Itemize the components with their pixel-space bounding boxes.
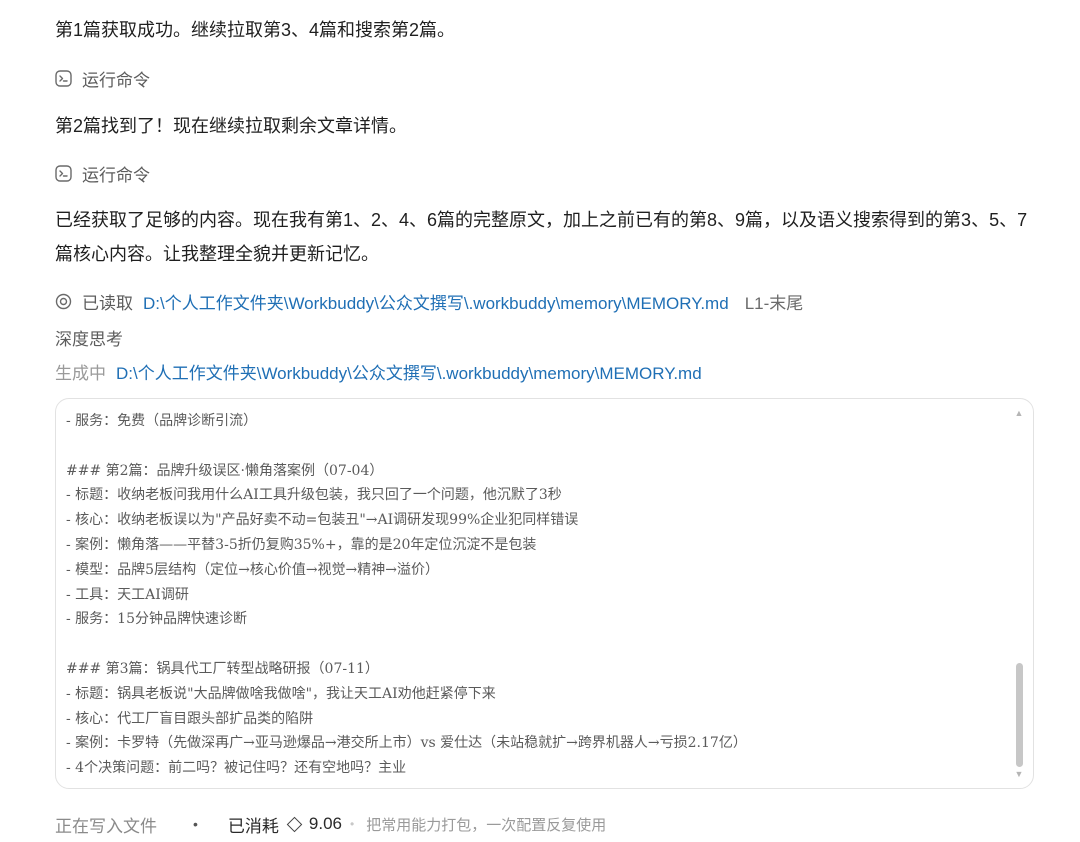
separator-dot: •	[350, 817, 355, 831]
credits-consumed-value: 9.06	[308, 814, 342, 833]
code-line: - 服务：免费（品牌诊断引流）	[66, 413, 258, 429]
scroll-down-arrow-icon[interactable]: ▼	[1013, 768, 1025, 780]
status-bar: 正在写入文件 • 已消耗 9.06 • 把常用能力打包，一次配置反复使用	[55, 812, 606, 836]
code-line: - 模型：品牌5层结构（定位→核心价值→视觉→精神→溢价）	[66, 561, 440, 578]
tip-text[interactable]: 把常用能力打包，一次配置反复使用	[366, 814, 606, 835]
code-line: - 服务：15分钟品牌快速诊断	[66, 611, 247, 628]
assistant-message-1: 第1篇获取成功。继续拉取第3、4篇和搜索第2篇。	[55, 20, 456, 40]
run-command-step-2[interactable]: 运行命令	[55, 161, 150, 185]
terminal-icon	[55, 164, 72, 182]
code-line: - 4个决策问题：前二吗？被记住吗？还有空地吗？主业	[66, 760, 407, 777]
code-line: - 案例：懒角落——平替3-5折仍复购35%+，靠的是20年定位沉淀不是包装	[66, 536, 537, 553]
read-file-path-link[interactable]: D:\个人工作文件夹\Workbuddy\公众文撰写\.workbuddy\me…	[143, 289, 729, 314]
credits-consumed: 已消耗 9.06	[228, 812, 342, 837]
code-line: ### 第2篇：品牌升级误区·懒角落案例（07-04）	[66, 462, 384, 479]
read-file-range: L1-末尾	[744, 293, 804, 313]
run-command-label: 运行命令	[82, 165, 150, 185]
code-line: - 核心：收纳老板误以为"产品好卖不动=包装丑"→AI调研发现99%企业犯同样错…	[66, 512, 579, 529]
read-file-step[interactable]: 已读取 D:\个人工作文件夹\Workbuddy\公众文撰写\.workbudd…	[55, 289, 803, 313]
generating-file-step[interactable]: 生成中 D:\个人工作文件夹\Workbuddy\公众文撰写\.workbudd…	[55, 359, 702, 383]
run-command-step-1[interactable]: 运行命令	[55, 66, 150, 90]
run-command-label: 运行命令	[82, 70, 150, 90]
terminal-icon	[55, 69, 72, 87]
scroll-up-arrow-icon[interactable]: ▲	[1013, 407, 1025, 419]
code-line: - 工具：天工AI调研	[66, 586, 189, 603]
deep-thinking-label: 深度思考	[55, 329, 123, 349]
deep-thinking-step[interactable]: 深度思考	[55, 325, 123, 349]
scrollbar-thumb[interactable]	[1016, 663, 1023, 767]
separator-dot: •	[193, 816, 198, 832]
code-line: - 标题：收纳老板问我用什么AI工具升级包装，我只回了一个问题，他沉默了3秒	[66, 487, 562, 504]
generating-label: 生成中	[55, 363, 106, 383]
writing-status: 正在写入文件	[55, 816, 157, 836]
code-lines: - 服务：免费（品牌诊断引流） ### 第2篇：品牌升级误区·懒角落案例（07-0…	[66, 409, 1003, 781]
diamond-icon	[286, 816, 303, 832]
eye-icon	[55, 293, 72, 310]
vertical-scrollbar[interactable]: ▲ ▼	[1013, 407, 1025, 780]
file-content-preview[interactable]: - 服务：免费（品牌诊断引流） ### 第2篇：品牌升级误区·懒角落案例（07-0…	[55, 398, 1034, 789]
assistant-message-2: 第2篇找到了！现在继续拉取剩余文章详情。	[55, 116, 408, 136]
credits-consumed-label: 已消耗	[227, 816, 279, 836]
code-line: - 案例：卡罗特（先做深再广→亚马逊爆品→港交所上市）vs 爱仕达（未站稳就扩→…	[66, 735, 747, 752]
read-file-label: 已读取	[82, 293, 133, 313]
code-line: - 标题：锅具老板说"大品牌做啥我做啥"，我让天工AI劝他赶紧停下来	[66, 685, 496, 702]
code-line: ### 第3篇：锅具代工厂转型战略研报（07-11）	[66, 660, 379, 677]
assistant-message-3: 已经获取了足够的内容。现在我有第1、2、4、6篇的完整原文，加上之前已有的第8、…	[55, 210, 1028, 264]
generating-file-path-link[interactable]: D:\个人工作文件夹\Workbuddy\公众文撰写\.workbuddy\me…	[116, 359, 702, 384]
code-line: - 核心：代工厂盲目跟头部扩品类的陷阱	[66, 710, 314, 727]
